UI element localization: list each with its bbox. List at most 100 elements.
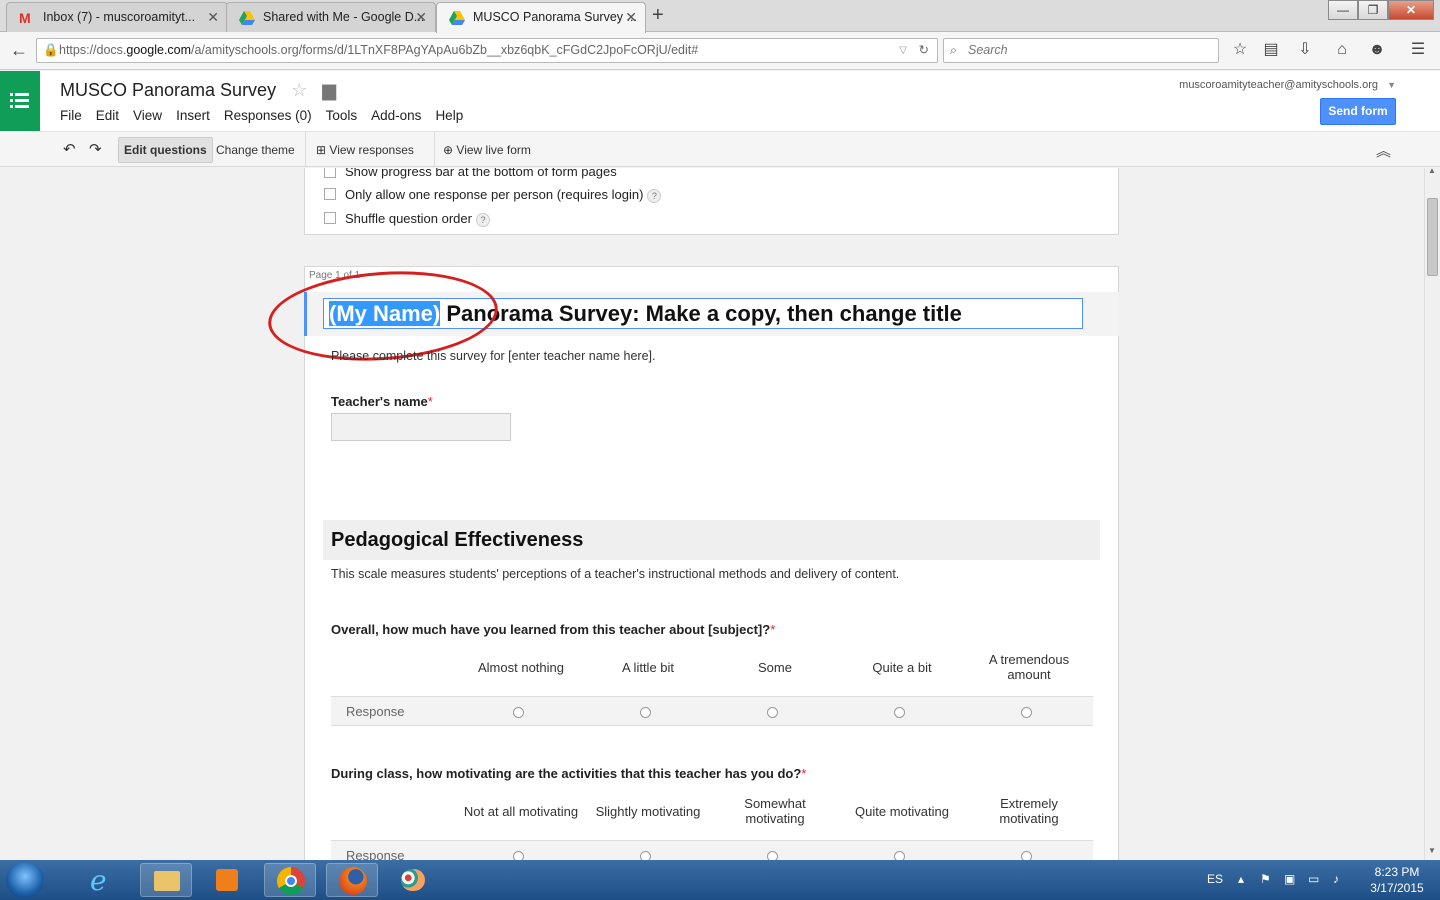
- menu-edit[interactable]: Edit: [96, 108, 119, 123]
- volume-icon[interactable]: ♪: [1333, 872, 1339, 886]
- menu-help[interactable]: Help: [435, 108, 463, 123]
- teacher-name-field[interactable]: [331, 413, 511, 441]
- scroll-down-arrow-icon[interactable]: ▼: [1428, 846, 1436, 855]
- tab-label: MUSCO Panorama Survey ...: [473, 10, 637, 24]
- tab-shared-with-me[interactable]: Shared with Me - Google D... ✕: [226, 2, 436, 32]
- required-asterisk: *: [770, 622, 776, 637]
- q1-radio-5[interactable]: [1021, 707, 1032, 718]
- menu-file[interactable]: File: [60, 108, 82, 123]
- globe-icon: ⊕: [443, 143, 454, 157]
- window-close-icon[interactable]: ✕: [1388, 0, 1434, 20]
- q2-radio-4[interactable]: [894, 851, 905, 860]
- menu-responses[interactable]: Responses (0): [224, 108, 312, 123]
- one-response-checkbox[interactable]: [324, 188, 336, 200]
- form-description[interactable]: Please complete this survey for [enter t…: [331, 349, 655, 363]
- vertical-scrollbar[interactable]: ▲ ▼: [1424, 166, 1440, 860]
- home-icon[interactable]: ⌂: [1331, 40, 1353, 60]
- undo-icon[interactable]: ↶: [58, 137, 81, 163]
- search-input[interactable]: ⌕ Search: [943, 38, 1219, 63]
- reload-icon[interactable]: ↻: [919, 39, 929, 62]
- chevron-down-icon: ▼: [1387, 80, 1396, 90]
- help-icon[interactable]: ?: [475, 212, 490, 227]
- new-tab-plus-icon[interactable]: +: [652, 4, 664, 27]
- document-title-text: MUSCO Panorama Survey: [60, 80, 277, 100]
- start-button-icon[interactable]: [6, 862, 44, 898]
- firefox-icon[interactable]: [326, 863, 378, 897]
- teacher-name-label: Teacher's name: [331, 394, 428, 409]
- paint-icon[interactable]: [388, 863, 440, 897]
- system-clock[interactable]: 8:23 PM 3/17/2015: [1362, 864, 1432, 896]
- collapse-chevron-icon[interactable]: ︽: [1376, 140, 1391, 161]
- language-indicator[interactable]: ES: [1207, 872, 1223, 886]
- redo-icon[interactable]: ↷: [84, 137, 107, 163]
- menu-view[interactable]: View: [133, 108, 162, 123]
- question-2-label: During class, how motivating are the act…: [331, 766, 802, 781]
- forms-logo-icon[interactable]: [0, 71, 40, 131]
- dropdown-arrow-icon[interactable]: ▽: [899, 39, 907, 62]
- menu-hamburger-icon[interactable]: ☰: [1407, 40, 1429, 60]
- shuffle-checkbox[interactable]: [324, 212, 336, 224]
- download-icon[interactable]: ⇩: [1294, 40, 1316, 60]
- one-response-label: Only allow one response per person (requ…: [345, 187, 644, 202]
- account-email-text: muscoroamityteacher@amityschools.org: [1179, 79, 1379, 91]
- q1-column-4: Quite a bit: [872, 660, 932, 675]
- star-icon[interactable]: ☆: [291, 80, 307, 100]
- edit-questions-button[interactable]: Edit questions: [118, 137, 213, 163]
- browser-tab-bar: M Inbox (7) - muscoroamityt... ✕ Shared …: [0, 0, 1440, 33]
- url-prefix: https://docs.: [59, 43, 127, 57]
- close-icon[interactable]: ✕: [415, 3, 427, 31]
- q2-radio-1[interactable]: [513, 851, 524, 860]
- tab-musco-survey[interactable]: MUSCO Panorama Survey ... ✕: [436, 2, 646, 33]
- scroll-up-arrow-icon[interactable]: ▲: [1428, 166, 1436, 175]
- safely-remove-icon[interactable]: ▣: [1284, 872, 1295, 886]
- chrome-icon[interactable]: [264, 863, 316, 897]
- q1-radio-2[interactable]: [640, 707, 651, 718]
- q2-radio-3[interactable]: [767, 851, 778, 860]
- file-explorer-icon[interactable]: [140, 863, 192, 897]
- account-email[interactable]: muscoroamityteacher@amityschools.org ▼: [1179, 79, 1396, 91]
- network-icon[interactable]: ▭: [1308, 872, 1319, 886]
- help-icon[interactable]: ?: [647, 188, 662, 203]
- drive-icon: [239, 11, 255, 25]
- lock-icon: 🔒: [43, 43, 59, 57]
- action-center-flag-icon[interactable]: ⚑: [1260, 872, 1271, 886]
- view-responses-button[interactable]: ⊞ View responses: [311, 137, 419, 163]
- address-bar[interactable]: 🔒 https://docs.google.com/a/amityschools…: [36, 38, 938, 63]
- close-icon[interactable]: ✕: [625, 3, 637, 31]
- minimize-icon[interactable]: —: [1328, 0, 1358, 20]
- change-theme-button[interactable]: Change theme: [211, 137, 300, 163]
- q2-radio-2[interactable]: [640, 851, 651, 860]
- q1-column-3: Some: [758, 660, 792, 675]
- q2-grid-row: Response: [331, 840, 1093, 860]
- progress-checkbox[interactable]: [324, 168, 336, 178]
- menu-addons[interactable]: Add-ons: [371, 108, 421, 123]
- question-2: During class, how motivating are the act…: [331, 766, 806, 781]
- send-form-button[interactable]: Send form: [1320, 98, 1396, 125]
- q1-radio-1[interactable]: [513, 707, 524, 718]
- tab-label: Shared with Me - Google D...: [263, 10, 425, 24]
- tab-inbox[interactable]: M Inbox (7) - muscoroamityt... ✕: [6, 2, 228, 32]
- scrollbar-thumb[interactable]: [1427, 198, 1438, 276]
- media-player-icon[interactable]: [202, 863, 254, 897]
- required-asterisk: *: [427, 394, 433, 409]
- bookmark-star-icon[interactable]: ☆: [1229, 40, 1251, 60]
- back-arrow-icon[interactable]: ←: [8, 40, 30, 60]
- q2-column-2: Slightly motivating: [595, 804, 701, 819]
- menu-insert[interactable]: Insert: [176, 108, 210, 123]
- maximize-icon[interactable]: ❐: [1358, 0, 1388, 20]
- hello-chat-icon[interactable]: ☻: [1366, 40, 1388, 60]
- clock-date: 3/17/2015: [1370, 881, 1424, 895]
- internet-explorer-icon[interactable]: e: [78, 863, 130, 897]
- close-icon[interactable]: ✕: [207, 3, 219, 31]
- menu-tools[interactable]: Tools: [326, 108, 358, 123]
- q2-radio-5[interactable]: [1021, 851, 1032, 860]
- q1-radio-3[interactable]: [767, 707, 778, 718]
- url-path: /a/amityschools.org/forms/d/1LTnXF8PAgYA…: [191, 43, 699, 57]
- search-icon: ⌕: [950, 43, 958, 57]
- show-hidden-icons-icon[interactable]: ▴: [1238, 872, 1244, 886]
- q1-radio-4[interactable]: [894, 707, 905, 718]
- bookmarks-list-icon[interactable]: ▤: [1260, 40, 1282, 60]
- folder-icon[interactable]: ▆: [322, 80, 336, 100]
- view-live-form-button[interactable]: ⊕ View live form: [438, 137, 536, 163]
- document-title[interactable]: MUSCO Panorama Survey ☆ ▆: [60, 80, 336, 101]
